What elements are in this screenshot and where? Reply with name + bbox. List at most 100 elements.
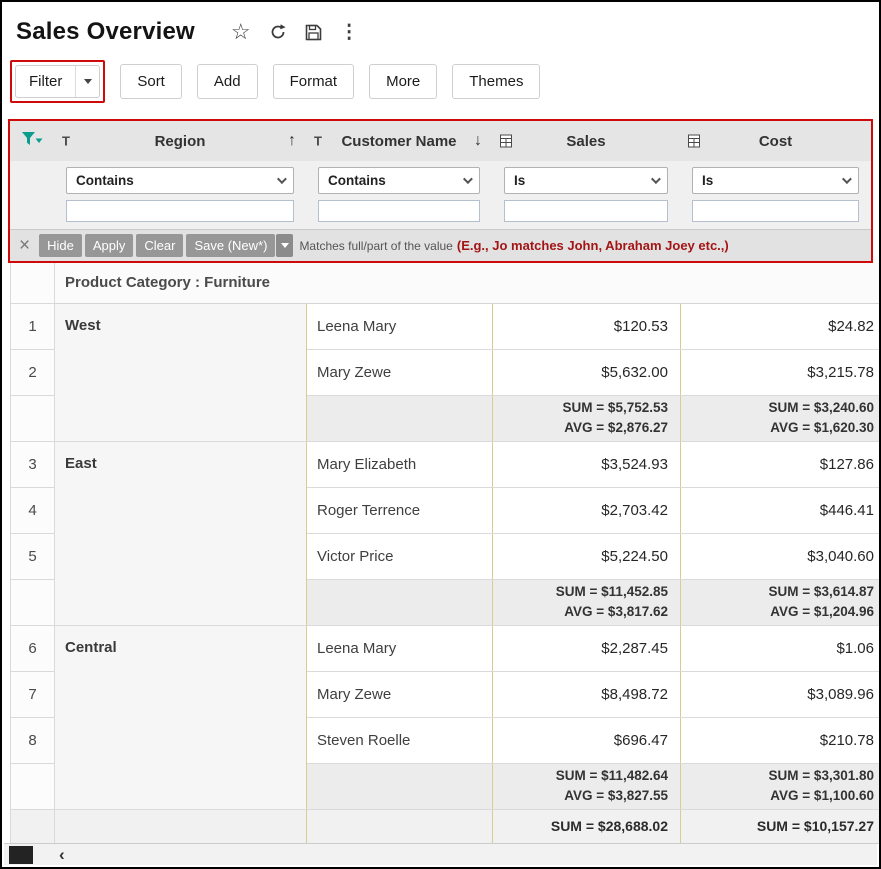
number-column-icon — [500, 135, 512, 148]
sum-value: SUM = $3,301.80 — [681, 766, 874, 786]
row-number-cell: 6 — [11, 625, 55, 671]
apply-button[interactable]: Apply — [85, 234, 134, 257]
more-button[interactable]: More — [369, 64, 437, 99]
grand-total-spacer — [55, 809, 307, 843]
sales-filter-input[interactable] — [504, 200, 668, 222]
column-header-sales[interactable]: Sales — [492, 121, 680, 161]
cost-cell[interactable]: $24.82 — [681, 303, 881, 349]
row-number-cell: 8 — [11, 717, 55, 763]
sales-cell[interactable]: $5,632.00 — [493, 349, 681, 395]
cost-cell[interactable]: $3,040.60 — [681, 533, 881, 579]
save-new-button[interactable]: Save (New*) — [186, 234, 275, 257]
sales-condition-select[interactable]: Is — [504, 167, 668, 194]
avg-value: AVG = $1,620.30 — [681, 418, 874, 438]
avg-value: AVG = $1,204.96 — [681, 602, 874, 622]
chevron-down-icon — [842, 174, 852, 184]
customer-cell[interactable]: Mary Zewe — [307, 671, 493, 717]
customer-cell[interactable]: Leena Mary — [307, 625, 493, 671]
text-column-icon: T — [314, 134, 322, 149]
summary-spacer-cell — [307, 579, 493, 625]
filter-funnel-cell[interactable] — [10, 121, 54, 161]
customer-cell[interactable]: Mary Elizabeth — [307, 441, 493, 487]
cost-cell[interactable]: $1.06 — [681, 625, 881, 671]
summary-spacer-cell — [307, 395, 493, 441]
group-header: Product Category : Furniture — [55, 263, 881, 303]
refresh-icon[interactable] — [269, 23, 287, 41]
sales-cell[interactable]: $8,498.72 — [493, 671, 681, 717]
column-header-customer-name[interactable]: T Customer Name ↓ — [306, 121, 492, 161]
row-number-cell — [11, 263, 55, 303]
avg-value: AVG = $3,817.62 — [493, 602, 668, 622]
table-row: 1 West Leena Mary $120.53 $24.82 — [11, 303, 881, 349]
cost-cell[interactable]: $3,089.96 — [681, 671, 881, 717]
sort-desc-icon[interactable]: ↓ — [474, 132, 482, 150]
format-button[interactable]: Format — [273, 64, 355, 99]
column-header-label: Customer Name — [341, 133, 456, 150]
app-window: Sales Overview ☆ ⋮ Filter — [0, 0, 881, 869]
region-condition-select[interactable]: Contains — [66, 167, 294, 194]
sales-cell[interactable]: $120.53 — [493, 303, 681, 349]
cost-cell[interactable]: $3,215.78 — [681, 349, 881, 395]
chevron-down-icon — [277, 174, 287, 184]
customer-name-condition-select[interactable]: Contains — [318, 167, 480, 194]
selected-condition: Contains — [76, 173, 134, 188]
cost-condition-select[interactable]: Is — [692, 167, 859, 194]
column-header-cost[interactable]: Cost — [680, 121, 871, 161]
cost-filter-input[interactable] — [692, 200, 859, 222]
row-number-cell: 4 — [11, 487, 55, 533]
filter-button[interactable]: Filter — [16, 66, 75, 97]
sort-button[interactable]: Sort — [120, 64, 182, 99]
region-group-cell[interactable]: West — [55, 303, 307, 441]
column-header-row: T Region ↑ T Customer Name ↓ — [10, 121, 871, 161]
filter-value-row — [10, 200, 871, 230]
customer-cell[interactable]: Victor Price — [307, 533, 493, 579]
filter-grid: T Region ↑ T Customer Name ↓ — [10, 121, 871, 261]
sales-cell[interactable]: $5,224.50 — [493, 533, 681, 579]
hide-button[interactable]: Hide — [39, 234, 82, 257]
clear-button[interactable]: Clear — [136, 234, 183, 257]
scroll-left-arrow-icon[interactable]: ‹ — [59, 846, 65, 863]
grand-total-sales: SUM = $28,688.02 — [493, 809, 681, 843]
region-group-cell[interactable]: Central — [55, 625, 307, 809]
region-group-cell[interactable]: East — [55, 441, 307, 625]
table-row: 6 Central Leena Mary $2,287.45 $1.06 — [11, 625, 881, 671]
sort-asc-icon[interactable]: ↑ — [288, 132, 296, 150]
column-header-label: Cost — [759, 133, 792, 150]
filter-dropdown-toggle[interactable] — [75, 66, 99, 97]
table-row: 3 East Mary Elizabeth $3,524.93 $127.86 — [11, 441, 881, 487]
customer-cell[interactable]: Mary Zewe — [307, 349, 493, 395]
add-button[interactable]: Add — [197, 64, 258, 99]
title-actions: ☆ ⋮ — [231, 21, 359, 43]
sales-cell[interactable]: $696.47 — [493, 717, 681, 763]
grand-total-cost: SUM = $10,157.27 — [681, 809, 881, 843]
number-column-icon — [688, 135, 700, 148]
cost-cell[interactable]: $127.86 — [681, 441, 881, 487]
sales-cell[interactable]: $2,703.42 — [493, 487, 681, 533]
customer-cell[interactable]: Leena Mary — [307, 303, 493, 349]
chevron-down-icon — [463, 174, 473, 184]
save-dropdown-toggle[interactable] — [276, 234, 293, 257]
sales-summary-cell: SUM = $11,452.85 AVG = $3,817.62 — [493, 579, 681, 625]
region-filter-input[interactable] — [66, 200, 294, 222]
themes-button[interactable]: Themes — [452, 64, 540, 99]
filter-split-button[interactable]: Filter — [15, 65, 100, 98]
grand-total-row: SUM = $28,688.02 SUM = $10,157.27 — [11, 809, 881, 843]
title-bar: Sales Overview ☆ ⋮ — [2, 2, 879, 54]
sales-cell[interactable]: $3,524.93 — [493, 441, 681, 487]
cost-cell[interactable]: $446.41 — [681, 487, 881, 533]
selected-condition: Contains — [328, 173, 386, 188]
row-number-cell: 7 — [11, 671, 55, 717]
sales-cell[interactable]: $2,287.45 — [493, 625, 681, 671]
more-options-kebab-icon[interactable]: ⋮ — [340, 23, 359, 42]
filter-funnel-icon — [22, 134, 43, 151]
horizontal-scrollbar[interactable]: ‹ — [4, 843, 877, 865]
column-header-region[interactable]: T Region ↑ — [54, 121, 306, 161]
customer-name-filter-input[interactable] — [318, 200, 480, 222]
customer-cell[interactable]: Roger Terrence — [307, 487, 493, 533]
favorite-star-icon[interactable]: ☆ — [231, 21, 251, 43]
close-icon[interactable]: × — [16, 236, 39, 255]
save-icon[interactable] — [305, 24, 322, 41]
cost-cell[interactable]: $210.78 — [681, 717, 881, 763]
customer-cell[interactable]: Steven Roelle — [307, 717, 493, 763]
chevron-down-icon — [281, 243, 289, 248]
